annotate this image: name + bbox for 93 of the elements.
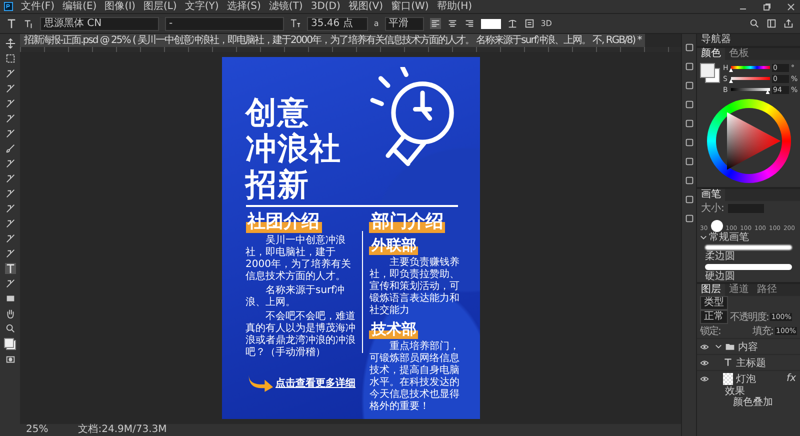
color-slider[interactable]	[731, 66, 770, 69]
restore-icon[interactable]	[762, 2, 772, 12]
expand-caret-icon[interactable]	[700, 234, 707, 241]
font-family-dropdown[interactable]: 思源黑体 CN	[40, 16, 159, 30]
foreground-background-color-icon[interactable]	[700, 63, 720, 83]
anti-alias-label: a	[374, 19, 379, 28]
close-icon[interactable]	[786, 2, 796, 12]
panel-tab[interactable]: 颜色	[697, 48, 725, 60]
text-orientation-icon[interactable]	[23, 18, 34, 29]
menu-item[interactable]: 图像(I)	[104, 0, 136, 13]
3d-mode-button[interactable]: 3D	[540, 19, 552, 28]
color-slider[interactable]	[731, 77, 770, 80]
brush-name[interactable]: 硬边圆	[697, 271, 800, 282]
brush-panel-title: 画笔	[697, 189, 725, 201]
brush-group-name[interactable]: 常规画笔	[709, 232, 749, 243]
lock-label: 锁定:	[700, 324, 720, 338]
text-align-icon[interactable]	[464, 18, 475, 29]
slider-thumb[interactable]	[729, 68, 733, 72]
character-panel-icon[interactable]	[524, 18, 535, 29]
anti-alias-dropdown[interactable]: 平滑	[384, 16, 424, 30]
share-icon[interactable]	[783, 18, 794, 29]
opacity-label: 不透明度:	[730, 310, 768, 324]
poster-title: 创意	[246, 95, 310, 131]
layer-thumbnail	[723, 372, 733, 384]
text-align-icon[interactable]	[446, 18, 458, 29]
menu-item[interactable]: 3D(D)	[310, 0, 340, 13]
zoom-tool-icon[interactable]	[4, 323, 16, 334]
font-style-dropdown[interactable]: -	[165, 16, 284, 30]
workspace-icon[interactable]	[766, 18, 777, 29]
layer-name[interactable]: 灯泡	[736, 372, 756, 386]
expand-caret-icon[interactable]	[715, 343, 722, 350]
panel-tab[interactable]: 图层	[697, 284, 725, 296]
club-paragraph: 吴川一中创意冲浪社，即电脑社，建于2000年，为了培养有关信息技术方面的人才。	[246, 235, 352, 283]
foreground-background-color-icon[interactable]	[4, 338, 16, 350]
marquee-tool-icon[interactable]	[4, 53, 16, 64]
navigator-panel-tab[interactable]: 导航器	[697, 34, 800, 46]
more-details-link[interactable]: 点击查看更多详细	[276, 376, 356, 390]
rectangle-tool-icon[interactable]	[4, 293, 16, 304]
brush-name[interactable]: 柔边圆	[697, 251, 800, 262]
filter-dropdown[interactable]: 类型	[700, 296, 728, 310]
layer-name[interactable]: 内容	[738, 340, 758, 354]
effects-badge[interactable]: fx	[786, 373, 796, 384]
text-align-icon[interactable]	[430, 18, 441, 29]
brush-preset-icon[interactable]	[710, 220, 723, 232]
font-size-dropdown[interactable]: 35.46 点	[307, 16, 368, 30]
menu-item[interactable]: 图层(L)	[143, 0, 177, 13]
effect-row[interactable]: 颜色叠加	[697, 397, 800, 408]
color-slider[interactable]	[731, 88, 770, 91]
menu-item[interactable]: 选择(S)	[226, 0, 261, 13]
text-layer-icon	[723, 358, 733, 367]
section-heading: 部门介绍	[369, 211, 446, 233]
fill-label: 填充:	[752, 324, 773, 338]
document-size: 文档:24.9M/73.3M	[78, 424, 167, 436]
panel-tab[interactable]: 路径	[753, 284, 781, 296]
poster-title: 招新	[246, 167, 310, 203]
menu-item[interactable]: 窗口(W)	[391, 0, 429, 13]
slider-thumb[interactable]	[729, 79, 733, 83]
move-tool-icon[interactable]	[4, 38, 16, 49]
menu-item[interactable]: 文件(F)	[21, 0, 55, 13]
menu-item[interactable]: 编辑(E)	[62, 0, 97, 13]
folder-icon	[725, 342, 735, 351]
font-size-icon	[290, 18, 301, 29]
slider-thumb[interactable]	[766, 90, 770, 94]
club-paragraph: 名称来源于surf冲浪、上网。	[246, 285, 346, 309]
hand-tool-icon[interactable]	[4, 308, 16, 319]
brush-tool-icon[interactable]	[4, 143, 16, 154]
visibility-eye-icon[interactable]	[700, 360, 709, 366]
warp-text-icon[interactable]	[506, 18, 518, 29]
type-tool-icon[interactable]	[6, 18, 17, 29]
poster-title: 冲浪社	[246, 131, 342, 167]
size-label: 大小:	[701, 202, 724, 215]
panel-tab[interactable]: 色板	[725, 48, 753, 60]
menu-item[interactable]: 帮助(H)	[436, 0, 472, 13]
layer-name[interactable]: 主标题	[736, 356, 766, 370]
quick-mask-icon[interactable]	[4, 354, 16, 365]
type-tool-icon[interactable]	[4, 263, 16, 274]
menu-item[interactable]: 视图(V)	[348, 0, 384, 13]
effects-row[interactable]: 效果	[697, 386, 800, 397]
visibility-eye-icon[interactable]	[700, 376, 709, 382]
department-paragraph: 主要负责赚钱养社，即负责拉赞助、宣传和策划活动，可锻炼语言表达能力和社交能力	[369, 257, 460, 317]
menu-item[interactable]: 滤镜(T)	[268, 0, 303, 13]
panel-tab[interactable]: 通道	[725, 284, 753, 296]
zoom-level[interactable]: 25%	[26, 424, 48, 436]
menu-item[interactable]: 文字(Y)	[184, 0, 219, 13]
text-color-swatch[interactable]	[480, 18, 501, 28]
department-paragraph: 重点培养部门，可锻炼部员网络信息技术，提高自身电脑水平。在科技发达的今天信息技术也显得格外的重要！	[369, 341, 460, 413]
search-icon[interactable]	[749, 18, 760, 29]
section-heading: 社团介绍	[246, 211, 322, 233]
club-paragraph: 不会吧不会吧，难道真的有人以为是博茂海冲浪或者鼎龙湾冲浪的冲浪吧？（手动滑稽）	[246, 311, 356, 359]
blend-mode-dropdown[interactable]: 正常	[700, 310, 728, 324]
document-tab[interactable]: 招新海报-正面.psd @ 25% ( 吴川一中创意冲浪社，即电脑社，建于2000年，为了培养有关信息技术方面的人才。 名称来源于surf冲浪、上网。 不, RGB/8) *	[20, 34, 646, 47]
visibility-eye-icon[interactable]	[700, 344, 709, 350]
app-logo-icon	[4, 2, 13, 11]
